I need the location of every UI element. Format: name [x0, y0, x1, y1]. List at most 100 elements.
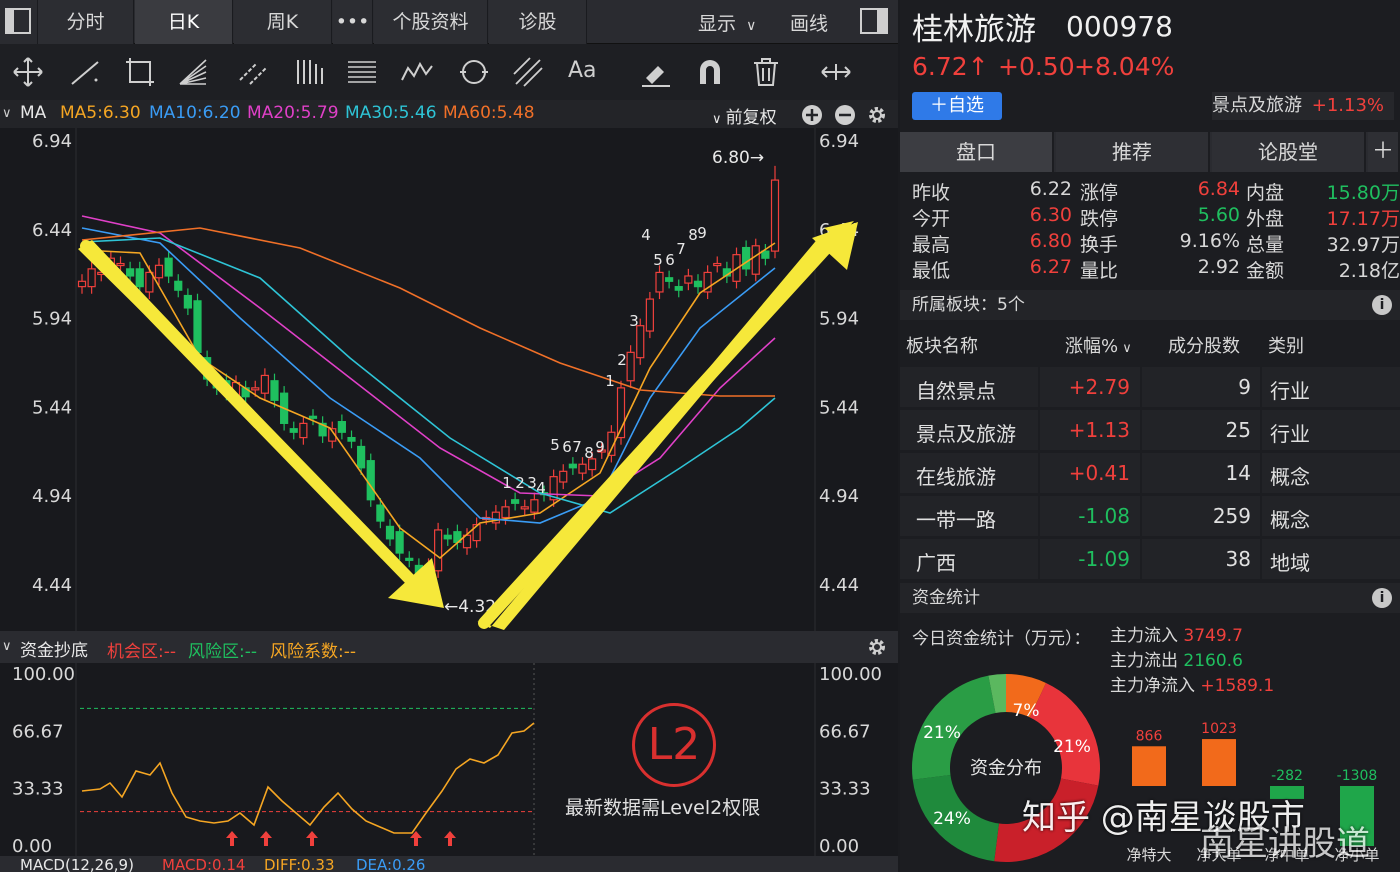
- tab-stock-info[interactable]: 个股资料: [374, 0, 488, 44]
- net-flow-value: 866: [1136, 728, 1163, 744]
- block-row[interactable]: 自然景点 +2.79 9 行业: [900, 367, 1400, 409]
- draw-line-button[interactable]: 画线: [790, 9, 828, 36]
- candle-body: [126, 268, 135, 277]
- candle-body: [87, 268, 96, 288]
- block-name: 在线旅游: [916, 465, 996, 489]
- quote-label: 金额: [1246, 260, 1285, 282]
- buy-signal-icon: [306, 831, 318, 846]
- zoom-in-icon[interactable]: [801, 104, 823, 126]
- text-tool-icon[interactable]: Aa: [568, 58, 604, 94]
- block-name: 一带一路: [916, 508, 996, 532]
- vertical-lines-tool-icon[interactable]: [292, 54, 328, 90]
- block-category: 概念: [1270, 508, 1310, 532]
- pitchfork-tool-icon[interactable]: [510, 54, 546, 90]
- candle-body: [665, 277, 674, 282]
- zoom-horizontal-icon[interactable]: [818, 54, 854, 90]
- fund-net-label: 主力净流入: [1110, 676, 1195, 696]
- fund-line: [81, 722, 535, 834]
- candle-body: [443, 534, 452, 540]
- block-change-pct: -1.09: [1078, 547, 1130, 571]
- channel-tool-icon[interactable]: [236, 54, 272, 90]
- indicator-axis-left-label: 100.00: [12, 664, 75, 685]
- candle-body: [511, 499, 520, 504]
- block-row[interactable]: 一带一路 -1.08 259 概念: [900, 496, 1400, 538]
- quote-value: 6.80: [1029, 230, 1072, 252]
- wave-tool-icon[interactable]: [400, 54, 436, 90]
- fund-inflow-value: 3749.7: [1183, 626, 1243, 646]
- rectangle-tool-icon[interactable]: [122, 54, 158, 90]
- quote-value: 17.17万: [1326, 208, 1400, 230]
- fund-outflow-value: 2160.6: [1183, 651, 1243, 671]
- col-change-pct[interactable]: 涨幅% ∨: [1065, 332, 1132, 358]
- sector-link[interactable]: 景点及旅游 +1.13%: [1212, 92, 1394, 120]
- fan-tool-icon[interactable]: [176, 54, 212, 90]
- tab-more[interactable]: •••: [333, 0, 373, 44]
- indicator-chart[interactable]: 100.00 100.00 66.67 66.67 33.33 33.33 0.00 0.00…: [0, 663, 898, 857]
- quote-value: 6.27: [1029, 256, 1072, 278]
- block-row[interactable]: 在线旅游 +0.41 14 概念: [900, 453, 1400, 495]
- collapse-icon[interactable]: ∨: [2, 639, 12, 654]
- tab-diagnosis[interactable]: 诊股: [489, 0, 587, 44]
- tab-weekly-k[interactable]: 周K: [234, 0, 332, 44]
- block-change-pct: +2.79: [1068, 375, 1130, 399]
- candle-body: [520, 506, 529, 510]
- col-change-pct-label: 涨幅%: [1065, 336, 1119, 357]
- donut-center-label: 资金分布: [970, 758, 1042, 779]
- tab-recommend[interactable]: 推荐: [1056, 132, 1210, 172]
- chevron-down-icon: ∨: [712, 112, 726, 127]
- settings-gear-icon[interactable]: [866, 636, 888, 658]
- block-row[interactable]: 广西 -1.09 38 地域: [900, 539, 1400, 581]
- quote-value: 2.18亿: [1338, 260, 1400, 282]
- price-axis-right-label: 4.94: [819, 486, 859, 507]
- block-row[interactable]: 景点及旅游 +1.13 25 行业: [900, 410, 1400, 452]
- info-icon[interactable]: i: [1372, 295, 1392, 315]
- add-tab-button[interactable]: ＋: [1368, 132, 1400, 172]
- quote-value: 2.92: [1197, 256, 1240, 278]
- price-axis-right-label: 4.44: [819, 575, 859, 596]
- sequence-count-label: 2: [515, 474, 525, 492]
- ma5-label: MA5:6.30: [60, 103, 141, 123]
- fund-outflow-label: 主力流出: [1110, 651, 1178, 671]
- column-divider: [1260, 539, 1262, 581]
- net-flow-bar: [1202, 739, 1236, 786]
- candlestick-svg: 6.946.946.446.445.945.945.445.444.944.94…: [32, 128, 859, 631]
- tab-order-book[interactable]: 盘口: [900, 132, 1054, 172]
- add-watchlist-button[interactable]: ＋自选: [912, 92, 1002, 120]
- candle-body: [251, 387, 260, 391]
- trash-icon[interactable]: [748, 54, 784, 90]
- settings-gear-icon[interactable]: [866, 104, 888, 126]
- candle-body: [674, 286, 683, 291]
- tab-forum[interactable]: 论股堂: [1212, 132, 1366, 172]
- candle-body: [636, 325, 645, 359]
- fibonacci-tool-icon[interactable]: [344, 54, 380, 90]
- fund-title: 资金统计: [912, 588, 980, 608]
- buy-signal-icon: [260, 831, 272, 846]
- display-menu-button[interactable]: 显示 ∨: [698, 9, 756, 36]
- collapse-icon[interactable]: ∨: [2, 106, 12, 121]
- tab-daily-k[interactable]: 日K: [135, 0, 233, 44]
- info-icon[interactable]: i: [1372, 588, 1392, 608]
- layout-toggle-button[interactable]: [0, 0, 38, 44]
- sequence-count-label: 5: [653, 251, 663, 269]
- candlestick-chart[interactable]: 6.946.946.446.445.945.945.445.444.944.94…: [0, 128, 898, 631]
- donut-pct-label: 21%: [923, 723, 961, 743]
- block-name: 广西: [916, 551, 956, 575]
- candle-body: [655, 271, 664, 293]
- eraser-tool-icon[interactable]: [638, 54, 674, 90]
- move-tool-icon[interactable]: [10, 54, 46, 90]
- adjust-mode-select[interactable]: ∨ 前复权: [712, 103, 777, 128]
- ma20-label: MA20:5.79: [247, 103, 339, 123]
- fund-distribution-donut: 7% 21% 24% 21% 资金分布: [912, 674, 1100, 862]
- magnet-tool-icon[interactable]: [692, 54, 728, 90]
- cycle-tool-icon[interactable]: [456, 54, 492, 90]
- period-tab-bar: 分时 日K 周K ••• 个股资料 诊股 显示 ∨ 画线: [0, 0, 898, 44]
- line-tool-icon[interactable]: [68, 54, 104, 90]
- candle-body: [145, 271, 154, 293]
- sidebar-toggle-button[interactable]: [858, 4, 892, 42]
- zoom-out-icon[interactable]: [834, 104, 856, 126]
- candle-body: [626, 351, 635, 382]
- candle-body: [366, 460, 375, 501]
- tab-fenshi[interactable]: 分时: [38, 0, 134, 44]
- sequence-count-label: 7: [572, 438, 582, 456]
- stock-change: +0.50: [998, 52, 1075, 81]
